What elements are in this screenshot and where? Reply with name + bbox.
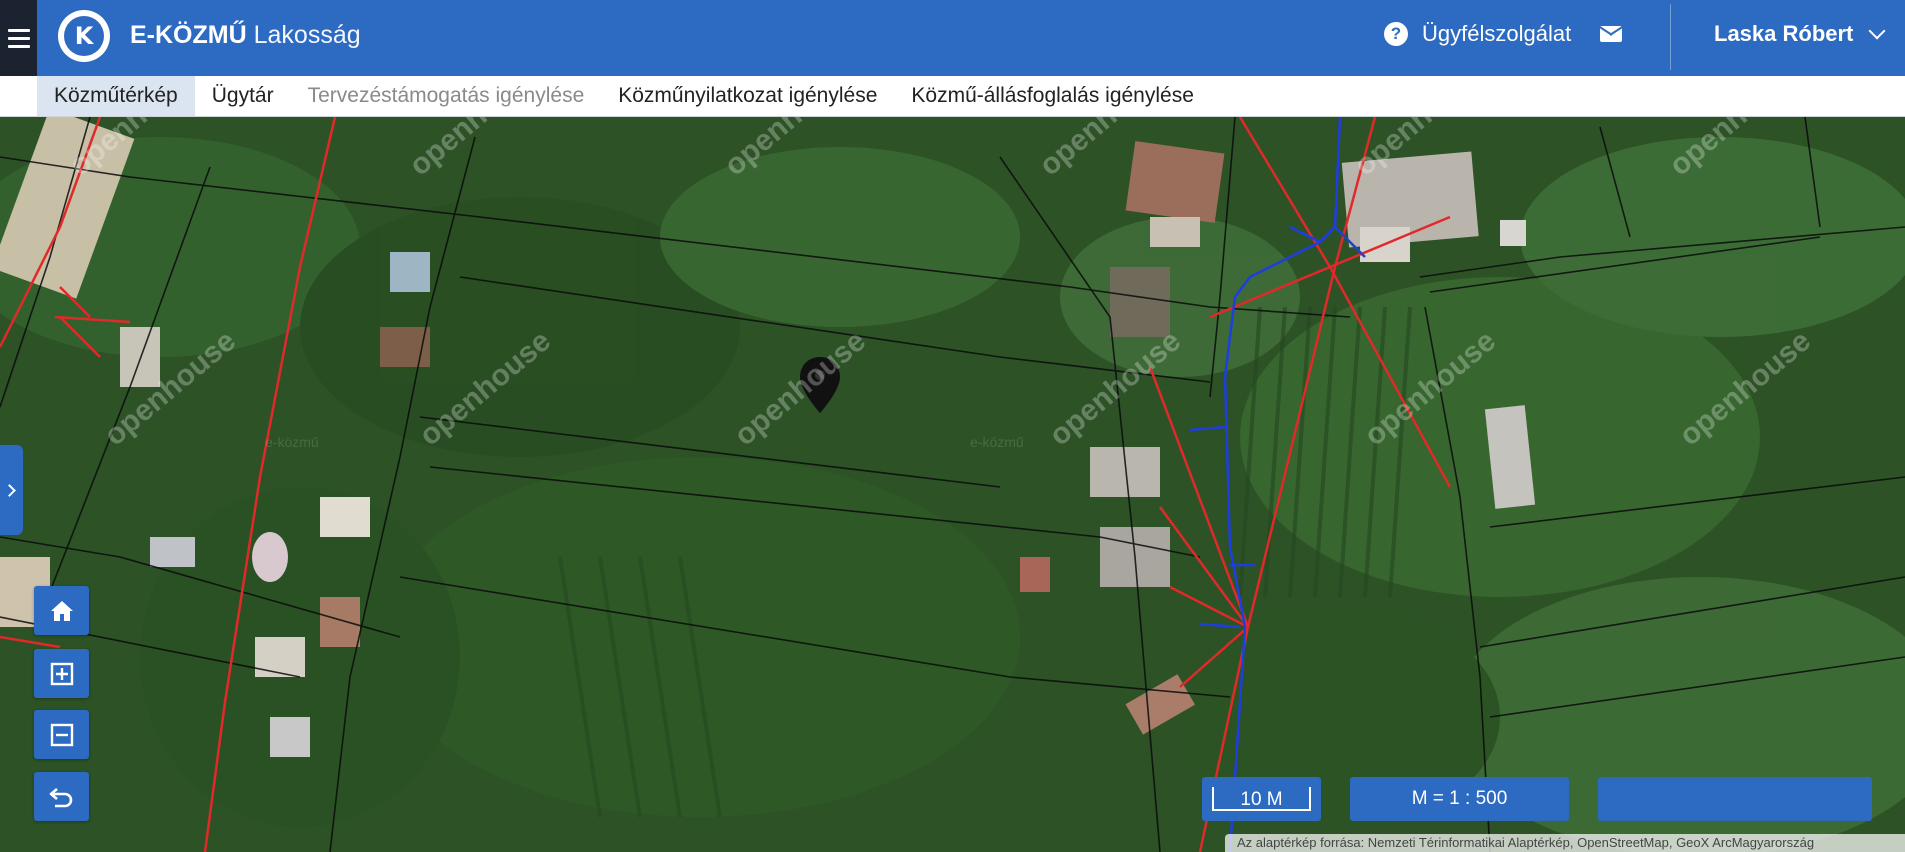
app-logo[interactable]: K: [58, 10, 110, 62]
undo-button[interactable]: [34, 772, 89, 821]
app-header: K E-KÖZMŰ Lakosság ? Ügyfélszolgálat Las…: [0, 0, 1905, 76]
side-panel-toggle[interactable]: [0, 445, 23, 535]
tab-tervezestamogatas: Tervezéstámogatás igénylése: [307, 84, 585, 107]
map-attribution: Az alaptérkép forrása: Nemzeti Térinform…: [1225, 834, 1905, 852]
main-tabs: Közműtérkép Ügytár Tervezéstámogatás igé…: [0, 76, 1905, 117]
tab-kozmuterkep[interactable]: Közműtérkép: [37, 76, 195, 116]
question-icon: ?: [1384, 22, 1408, 46]
zoom-out-button[interactable]: [34, 710, 89, 759]
logo-letter: K: [64, 16, 104, 56]
home-button[interactable]: [34, 586, 89, 635]
undo-icon: [49, 787, 72, 807]
mail-icon[interactable]: [1600, 26, 1622, 42]
chevron-down-icon: [1868, 22, 1886, 40]
map-canvas[interactable]: openhouse openhouse openhouse openhouse …: [0, 117, 1905, 852]
help-link[interactable]: ? Ügyfélszolgálat: [1384, 21, 1571, 47]
tab-ugytar[interactable]: Ügytár: [195, 76, 291, 116]
scale-bar-line: [1212, 787, 1311, 811]
scale-ratio-box: M = 1 : 500: [1350, 777, 1569, 821]
coordinate-box: [1598, 777, 1872, 821]
user-name: Laska Róbert: [1714, 21, 1854, 46]
zoom-out-icon: [50, 723, 73, 746]
menu-icon[interactable]: [0, 0, 37, 76]
help-label: Ügyfélszolgálat: [1422, 21, 1572, 46]
home-icon: [50, 600, 73, 621]
chevron-right-icon: [3, 483, 16, 497]
header-divider: [1670, 4, 1671, 70]
brand-bold: E-KÖZMŰ: [130, 21, 247, 49]
user-menu[interactable]: Laska Róbert: [1714, 21, 1886, 47]
tab-kozmu-allasfoglalas[interactable]: Közmű-állásfoglalás igénylése: [894, 76, 1211, 116]
brand-title: E-KÖZMŰ Lakosság: [130, 20, 361, 50]
zoom-in-button[interactable]: [34, 649, 89, 698]
svg-text:e-közmű: e-közmű: [970, 434, 1024, 450]
brand-light: Lakosság: [253, 21, 361, 49]
tab-kozmunyilatkozat[interactable]: Közműnyilatkozat igénylése: [601, 76, 894, 116]
svg-text:e-közmű: e-közmű: [265, 434, 319, 450]
zoom-in-icon: [50, 662, 73, 685]
map-svg[interactable]: openhouse openhouse openhouse openhouse …: [0, 117, 1905, 852]
scale-ratio: M = 1 : 500: [1411, 788, 1508, 809]
